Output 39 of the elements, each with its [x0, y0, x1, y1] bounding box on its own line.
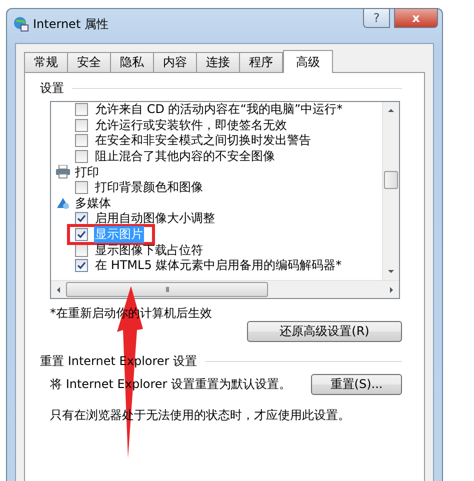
scroll-down-icon[interactable]	[388, 270, 394, 273]
option-label[interactable]: 阻止混合了其他内容的不安全图像	[94, 148, 276, 166]
option-label[interactable]: 在安全和非安全模式之间切换时发出警告	[94, 132, 312, 150]
help-button[interactable]: ?	[363, 8, 390, 28]
tab[interactable]: 常规	[24, 52, 68, 72]
scroll-thumb[interactable]	[384, 171, 398, 189]
tab[interactable]: 内容	[153, 52, 197, 72]
tab[interactable]: 程序	[239, 52, 283, 72]
checkbox[interactable]	[75, 150, 88, 164]
scroll-up-icon[interactable]	[388, 109, 394, 112]
option-label[interactable]: 允许运行或安装软件，即使签名无效	[94, 116, 288, 134]
option-label[interactable]: 在 HTML5 媒体元素中启用备用的编码解码器*	[94, 257, 343, 274]
checkbox[interactable]	[75, 212, 88, 226]
checkbox[interactable]	[75, 181, 88, 194]
vertical-scrollbar[interactable]	[382, 102, 399, 280]
scroll-right-icon[interactable]	[390, 286, 393, 292]
option-label[interactable]: 打印背景颜色和图像	[94, 179, 204, 196]
checkbox[interactable]	[75, 259, 88, 272]
media-icon	[55, 196, 71, 210]
printer-icon	[55, 165, 71, 180]
scroll-left-icon[interactable]	[57, 286, 60, 292]
window-title: Internet 属性	[33, 16, 108, 32]
tab[interactable]: 连接	[196, 52, 240, 72]
checkbox[interactable]	[75, 118, 88, 132]
tab[interactable]: 安全	[67, 52, 111, 72]
tab[interactable]: 高级	[283, 50, 333, 73]
checkbox[interactable]	[75, 134, 88, 148]
restore-button[interactable]: 还原高级设置(R)	[247, 321, 402, 342]
option-label[interactable]: 启用自动图像大小调整	[94, 210, 216, 228]
checkbox[interactable]	[75, 103, 88, 116]
reset-button[interactable]: 重置(S)...	[311, 374, 402, 395]
category-label: 打印	[75, 164, 99, 181]
section-heading: 设置	[40, 80, 64, 96]
globe-icon	[13, 16, 29, 32]
option-label[interactable]: 显示图像下载占位符	[94, 242, 204, 259]
tab[interactable]: 隐私	[110, 52, 154, 72]
option-label[interactable]: 允许来自 CD 的活动内容在“我的电脑”中运行*	[94, 102, 344, 118]
category-label: 多媒体	[75, 194, 111, 212]
checkbox[interactable]	[75, 228, 88, 242]
